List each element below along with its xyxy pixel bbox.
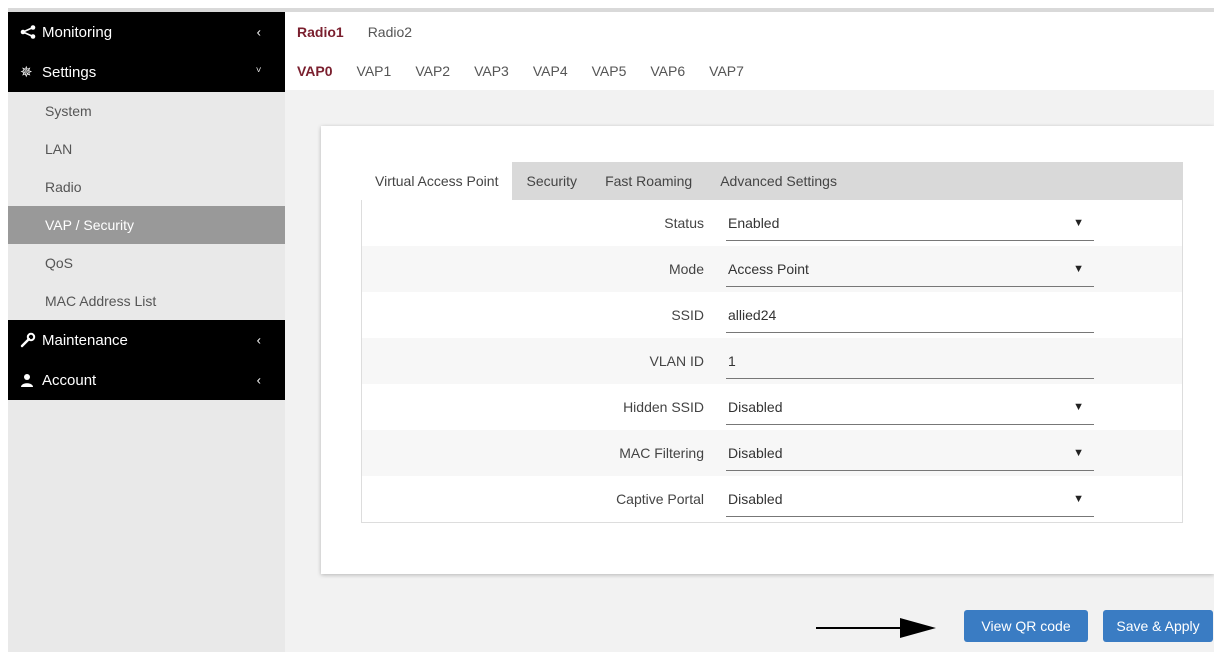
vap-settings-card: Virtual Access Point Security Fast Roami…: [321, 126, 1214, 574]
top-strip: [0, 0, 1214, 8]
nav-account-label: Account: [42, 371, 97, 389]
vap-tabs: VAP0 VAP1 VAP2 VAP3 VAP4 VAP5 VAP6 VAP7: [285, 52, 1214, 90]
save-apply-button[interactable]: Save & Apply: [1103, 610, 1213, 642]
nav-monitoring-label: Monitoring: [42, 23, 113, 41]
tab-virtual-access-point[interactable]: Virtual Access Point: [361, 162, 513, 200]
sidebar-item-radio[interactable]: Radio: [8, 168, 285, 206]
radio-tabs: Radio1 Radio2: [285, 12, 1214, 52]
vlan-id-label: VLAN ID: [649, 353, 704, 369]
captive-portal-select[interactable]: Disabled ▼: [726, 481, 1094, 517]
mac-filtering-label: MAC Filtering: [619, 445, 704, 461]
captive-portal-value: Disabled: [728, 490, 783, 507]
tab-radio1[interactable]: Radio1: [297, 24, 344, 40]
vlan-id-value: 1: [728, 352, 736, 369]
vlan-id-input[interactable]: 1: [726, 343, 1094, 379]
sidebar-item-label: VAP / Security: [45, 217, 134, 233]
gear-icon: ✵: [20, 64, 33, 81]
share-icon: [20, 25, 40, 39]
chevron-down-icon: ⱽ: [256, 66, 261, 79]
hidden-ssid-label: Hidden SSID: [623, 399, 704, 415]
tab-fast-roaming[interactable]: Fast Roaming: [591, 162, 706, 200]
caret-down-icon: ▼: [1073, 262, 1084, 275]
sidebar-item-label: System: [45, 103, 92, 119]
mode-value: Access Point: [728, 260, 809, 277]
app-root: Monitoring ‹ ✵ Settings ⱽ System LAN Rad…: [0, 0, 1214, 652]
tab-vap6[interactable]: VAP6: [650, 63, 685, 79]
wrench-icon: [20, 332, 40, 348]
mode-select[interactable]: Access Point ▼: [726, 251, 1094, 287]
mac-filtering-select[interactable]: Disabled ▼: [726, 435, 1094, 471]
sidebar-item-label: Radio: [45, 179, 82, 195]
tab-vap1[interactable]: VAP1: [357, 63, 392, 79]
form-row-hidden-ssid: Hidden SSID Disabled ▼: [362, 384, 1182, 430]
pointer-arrow-icon: [816, 618, 936, 638]
tab-vap2[interactable]: VAP2: [415, 63, 450, 79]
nav-maintenance[interactable]: Maintenance ‹: [8, 320, 285, 360]
tab-vap7[interactable]: VAP7: [709, 63, 744, 79]
main-content: Radio1 Radio2 VAP0 VAP1 VAP2 VAP3 VAP4 V…: [285, 12, 1214, 652]
user-icon: [20, 373, 40, 387]
tab-advanced-settings[interactable]: Advanced Settings: [706, 162, 851, 200]
view-qr-code-button[interactable]: View QR code: [964, 610, 1088, 642]
mac-filtering-value: Disabled: [728, 444, 783, 461]
sidebar-item-label: QoS: [45, 255, 74, 271]
caret-down-icon: ▼: [1073, 216, 1084, 229]
tab-vap3[interactable]: VAP3: [474, 63, 509, 79]
nav-monitoring[interactable]: Monitoring ‹: [8, 12, 285, 52]
nav-settings[interactable]: ✵ Settings ⱽ: [8, 52, 285, 92]
settings-tabs: Virtual Access Point Security Fast Roami…: [361, 162, 1183, 200]
sidebar: Monitoring ‹ ✵ Settings ⱽ System LAN Rad…: [8, 12, 285, 652]
ssid-value: allied24: [728, 306, 777, 323]
sidebar-item-qos[interactable]: QoS: [8, 244, 285, 282]
tab-vap4[interactable]: VAP4: [533, 63, 568, 79]
status-value: Enabled: [728, 214, 780, 231]
vap-form: Status Enabled ▼ Mode Access Point ▼ SSI…: [361, 200, 1183, 523]
form-row-mac-filtering: MAC Filtering Disabled ▼: [362, 430, 1182, 476]
ssid-label: SSID: [671, 307, 704, 323]
form-row-mode: Mode Access Point ▼: [362, 246, 1182, 292]
sidebar-item-label: LAN: [45, 141, 73, 157]
sidebar-item-lan[interactable]: LAN: [8, 130, 285, 168]
hidden-ssid-select[interactable]: Disabled ▼: [726, 389, 1094, 425]
ssid-input[interactable]: allied24: [726, 297, 1094, 333]
status-label: Status: [664, 215, 704, 231]
mode-label: Mode: [668, 261, 704, 277]
caret-down-icon: ▼: [1073, 446, 1084, 459]
form-row-ssid: SSID allied24: [362, 292, 1182, 338]
tab-radio2[interactable]: Radio2: [368, 24, 412, 40]
chevron-left-icon: ‹: [256, 372, 261, 388]
tab-security[interactable]: Security: [512, 162, 591, 200]
sidebar-item-system[interactable]: System: [8, 92, 285, 130]
nav-account[interactable]: Account ‹: [8, 360, 285, 400]
caret-down-icon: ▼: [1073, 492, 1084, 505]
form-row-status: Status Enabled ▼: [362, 200, 1182, 246]
tab-vap5[interactable]: VAP5: [592, 63, 627, 79]
hidden-ssid-value: Disabled: [728, 398, 783, 415]
form-row-vlan-id: VLAN ID 1: [362, 338, 1182, 384]
form-row-captive-portal: Captive Portal Disabled ▼: [362, 476, 1182, 522]
chevron-left-icon: ‹: [256, 24, 261, 40]
caret-down-icon: ▼: [1073, 400, 1084, 413]
chevron-left-icon: ‹: [256, 332, 261, 348]
tab-vap0[interactable]: VAP0: [297, 63, 333, 79]
nav-maintenance-label: Maintenance: [42, 331, 128, 349]
sidebar-item-vap-security[interactable]: VAP / Security: [8, 206, 285, 244]
nav-settings-label: Settings: [42, 63, 97, 81]
sidebar-item-label: MAC Address List: [45, 293, 157, 309]
sidebar-item-mac-address-list[interactable]: MAC Address List: [8, 282, 285, 320]
status-select[interactable]: Enabled ▼: [726, 205, 1094, 241]
captive-portal-label: Captive Portal: [616, 491, 704, 507]
